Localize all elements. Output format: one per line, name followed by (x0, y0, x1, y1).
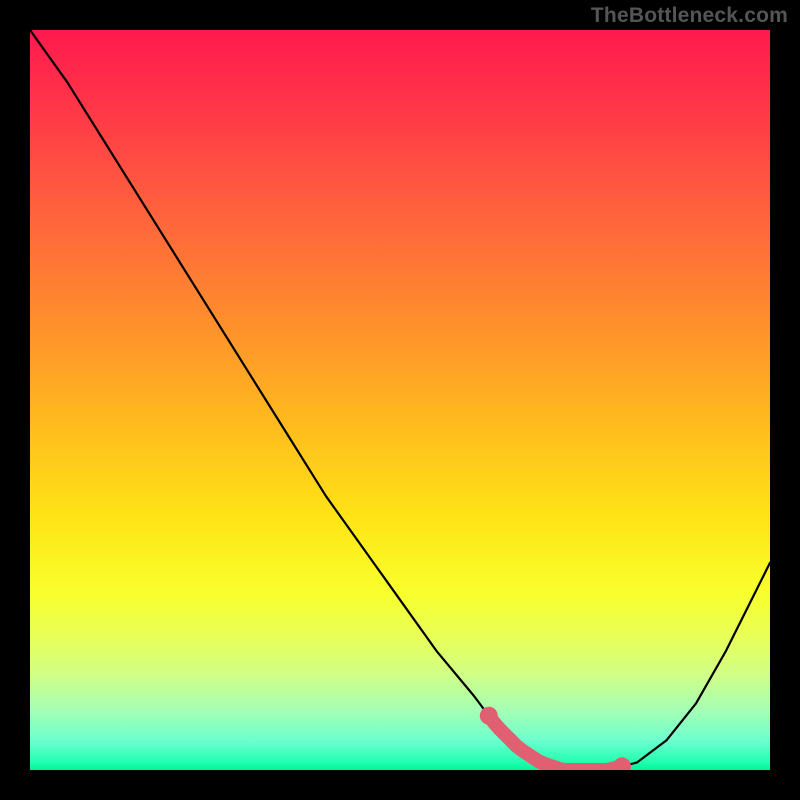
chart-frame: TheBottleneck.com (0, 0, 800, 800)
highlight-dot-right (613, 757, 631, 770)
plot-area (30, 30, 770, 770)
highlight-segment (489, 716, 622, 770)
curve-layer (30, 30, 770, 770)
watermark-text: TheBottleneck.com (591, 4, 788, 28)
highlight-dot-left (480, 707, 498, 725)
bottleneck-curve (30, 30, 770, 770)
